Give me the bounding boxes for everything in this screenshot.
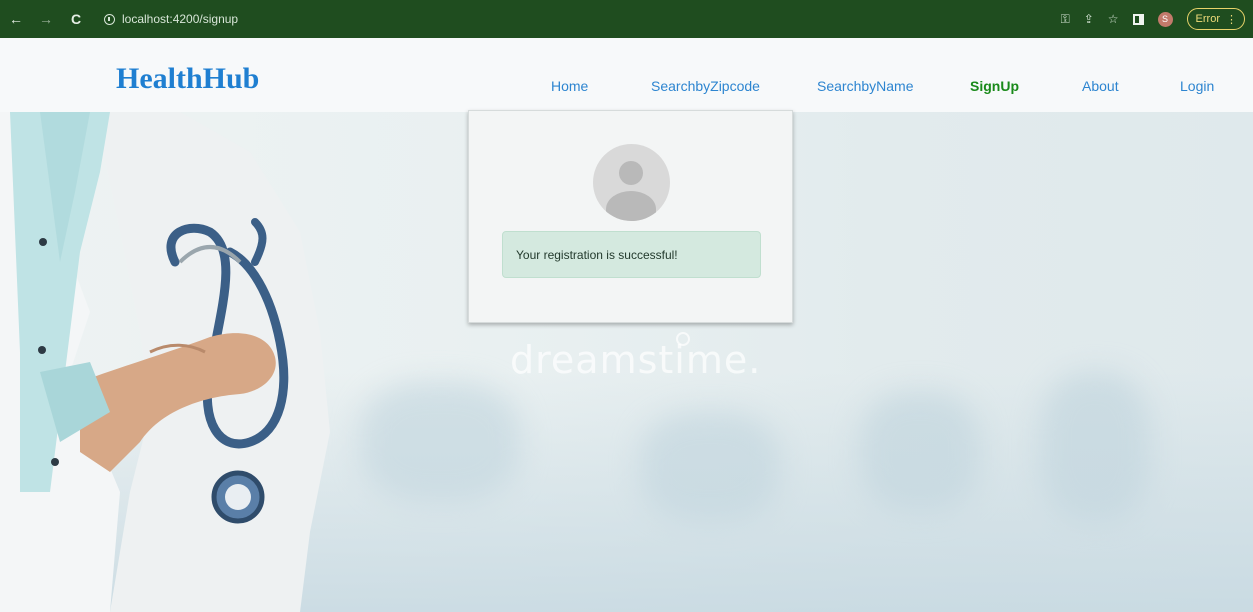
reload-icon[interactable]: C [68,11,84,27]
success-alert: Your registration is successful! [502,231,761,278]
avatar-body [606,191,656,221]
back-arrow-icon[interactable]: ← [8,11,24,27]
kebab-menu-icon[interactable]: ⋮ [1226,13,1237,26]
coat-button [39,238,47,246]
avatar-head [619,161,643,185]
star-icon[interactable]: ☆ [1108,12,1119,26]
error-button[interactable]: Error ⋮ [1186,8,1245,30]
watermark-text: dreamstime. [510,338,762,382]
doctor-image [0,112,330,612]
nav-link-search-by-zipcode[interactable]: SearchbyZipcode [651,78,760,94]
profile-avatar[interactable]: S [1157,11,1173,27]
signup-card: Your registration is successful! [468,110,793,323]
forward-arrow-icon[interactable]: → [38,11,54,27]
nav-link-search-by-name[interactable]: SearchbyName [817,78,914,94]
url-text[interactable]: localhost:4200/signup [122,12,238,26]
coat-button [38,346,46,354]
key-icon[interactable]: ⚿ [1061,12,1070,26]
nav-link-home[interactable]: Home [551,78,588,94]
avatar-placeholder-icon [593,144,670,221]
site-navbar: HealthHub Home SearchbyZipcode SearchbyN… [0,38,1253,112]
error-label: Error [1195,13,1220,25]
nav-link-login[interactable]: Login [1180,78,1214,94]
nav-link-about[interactable]: About [1082,78,1119,94]
coat-button [51,458,59,466]
watermark-icon [676,332,690,346]
browser-toolbar: ← → C localhost:4200/signup ⚿ ⇪ ☆ S Erro… [0,0,1253,38]
sidepanel-icon[interactable] [1132,13,1144,25]
info-icon[interactable] [104,13,115,25]
address-bar[interactable]: localhost:4200/signup [104,6,238,32]
share-icon[interactable]: ⇪ [1084,12,1094,26]
nav-link-signup[interactable]: SignUp [970,78,1019,94]
nav-links: Home SearchbyZipcode SearchbyName SignUp… [0,38,1253,112]
